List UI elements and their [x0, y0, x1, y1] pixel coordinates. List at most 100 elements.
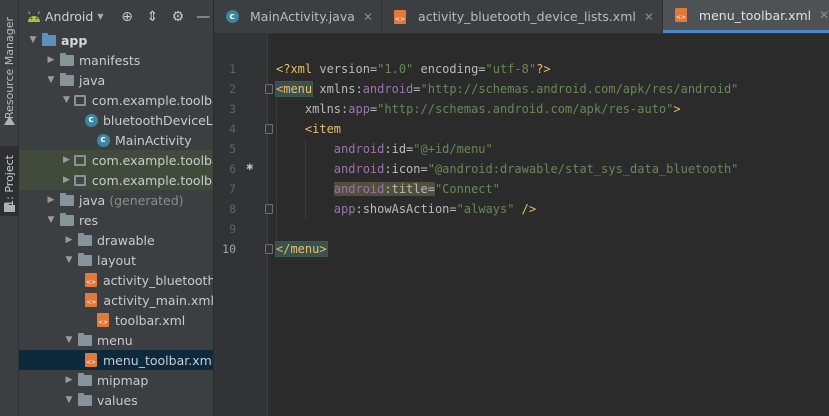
line-number: 1 [229, 62, 236, 76]
tree-item[interactable]: <> activity_main.xml [19, 290, 214, 310]
fold-end-icon[interactable] [265, 204, 273, 214]
line-number: 9 [229, 222, 236, 236]
xml-file-icon: <> [95, 313, 111, 327]
tree-item-label: activity_bluetooth_de [103, 272, 214, 288]
folder-icon [59, 52, 75, 67]
collapsed-arrow-icon[interactable]: ▶ [45, 55, 57, 65]
tree-item[interactable]: ▼ menu [19, 330, 213, 350]
tree-item[interactable]: ▶ mipmap [19, 370, 213, 390]
code-line[interactable]: </menu> [275, 239, 328, 259]
tree-item[interactable]: ▼ res [19, 210, 213, 230]
tree-item[interactable]: ▶ manifests [19, 50, 213, 70]
expanded-arrow-icon[interactable]: ▼ [63, 255, 75, 265]
tree-item[interactable]: c MainActivity [19, 130, 213, 150]
code-line[interactable]: <menu xmlns:android="http://schemas.andr… [274, 79, 738, 99]
folder-icon [77, 252, 93, 267]
line-number: 2 [229, 82, 236, 96]
code-line[interactable]: android:id="@+id/menu" [276, 139, 493, 159]
expanded-arrow-icon[interactable]: ▼ [45, 215, 57, 225]
chevron-down-icon: ▼ [97, 12, 104, 21]
editor-tab[interactable]: c MainActivity.java ✕ [214, 0, 383, 33]
code-editor[interactable]: 1 2 3 4 5 6 7 8 9 10 ✱ <?xml version="1.0" encodin… [214, 34, 829, 416]
collapsed-arrow-icon[interactable]: ▶ [63, 155, 70, 165]
tree-item-label: activity_main.xml [103, 292, 214, 308]
collapse-all-icon[interactable]: ⇕ [143, 9, 162, 25]
indent-guide [276, 99, 277, 239]
fold-end-icon[interactable] [265, 244, 273, 254]
resource-manager-tab[interactable]: Resource Manager [0, 6, 19, 131]
tree-item[interactable]: ▶ java (generated) [19, 190, 213, 210]
line-number: 3 [229, 102, 236, 116]
collapsed-arrow-icon[interactable]: ▶ [63, 175, 70, 185]
expanded-arrow-icon[interactable]: ▼ [63, 335, 75, 345]
tree-item[interactable]: <> toolbar.xml [19, 310, 213, 330]
code-line[interactable]: xmlns:app="http://schemas.android.com/ap… [276, 99, 681, 119]
tree-item[interactable]: ▶ drawable [19, 230, 213, 250]
expanded-arrow-icon[interactable]: ▼ [63, 395, 75, 405]
project-folder-icon [4, 203, 15, 212]
code-line[interactable]: android:title="Connect" [276, 179, 500, 199]
tree-item[interactable]: ▼ values [19, 390, 213, 410]
package-icon [72, 173, 88, 187]
tree-item-selected[interactable]: <> menu_toolbar.xml [19, 350, 214, 370]
collapsed-arrow-icon[interactable]: ▶ [63, 375, 75, 385]
tree-item[interactable]: ▶ com.example.toolbarcrea [19, 170, 213, 190]
folder-icon [77, 372, 93, 387]
folder-icon [77, 232, 93, 247]
tab-label: menu_toolbar.xml [698, 7, 812, 23]
folder-icon [77, 332, 93, 347]
tree-item[interactable]: ▶ com.example.toolbarcrea [19, 150, 213, 170]
tree-item[interactable]: c bluetoothDeviceLists [19, 110, 213, 130]
android-icon [28, 10, 40, 22]
collapsed-arrow-icon[interactable]: ▶ [45, 195, 57, 205]
tree-item-label: drawable [97, 232, 155, 248]
editor-tab-bar: c MainActivity.java ✕ <> activity_bluetooth_… [214, 0, 829, 34]
tree-item[interactable]: ▼ com.example.toolbarcrea [19, 90, 213, 110]
tree-item[interactable]: <> activity_bluetooth_de [19, 270, 214, 290]
tree-item[interactable]: ▼ layout [19, 250, 213, 270]
tree-item[interactable]: ▼ app [19, 30, 213, 50]
collapsed-arrow-icon[interactable]: ▶ [63, 235, 75, 245]
tree-item-label: manifests [79, 52, 141, 68]
code-line[interactable]: <?xml version="1.0" encoding="utf-8"?> [276, 59, 551, 79]
minimize-icon[interactable]: — [194, 9, 213, 25]
close-icon[interactable]: ✕ [819, 8, 829, 22]
project-view-select[interactable]: Android ▼ [27, 9, 103, 24]
line-number: 8 [229, 202, 236, 216]
tree-item[interactable]: ▼ java [19, 70, 213, 90]
code-line[interactable]: android:icon="@android:drawable/stat_sys… [276, 159, 739, 179]
expanded-arrow-icon[interactable]: ▼ [27, 35, 39, 45]
tree-item-label: com.example.toolbarcrea [91, 172, 213, 188]
project-tree: ▼ app ▶ manifests ▼ java ▼ com.example.toolbarc… [19, 30, 214, 410]
generated-folder-icon [59, 192, 75, 207]
tree-item-label: com.example.toolbarcrea [91, 92, 213, 108]
tree-item-label: java [79, 72, 106, 88]
xml-file-icon: <> [83, 273, 99, 287]
project-tab-label: 1: Project [3, 155, 16, 207]
fold-start-icon[interactable] [265, 124, 273, 134]
tree-item-label: bluetoothDeviceLists [103, 112, 213, 128]
close-icon[interactable]: ✕ [363, 10, 373, 24]
gear-icon[interactable]: ⚙ [168, 9, 187, 25]
editor-gutter[interactable]: 1 2 3 4 5 6 7 8 9 10 ✱ [214, 34, 273, 416]
folder-icon [77, 392, 93, 407]
project-panel: Android ▼ ⊕ ⇕ ⚙ — ▼ app ▶ manifests ▼ java ▼ co… [19, 0, 214, 416]
close-icon[interactable]: ✕ [644, 10, 654, 24]
tool-window-strip: Resource Manager 1: Project [0, 0, 19, 416]
expanded-arrow-icon[interactable]: ▼ [45, 75, 57, 85]
locate-icon[interactable]: ⊕ [117, 9, 136, 25]
tree-item-label: menu [97, 332, 133, 348]
code-line[interactable]: <item [276, 119, 341, 139]
tree-item-label: menu_toolbar.xml [103, 352, 214, 368]
code-line[interactable]: app:showAsAction="always" /> [276, 199, 536, 219]
tab-label: activity_bluetooth_device_lists.xml [418, 9, 636, 24]
fold-start-icon[interactable] [265, 84, 273, 94]
tree-item-label: MainActivity [115, 132, 192, 148]
class-icon: c [224, 10, 240, 24]
tab-active[interactable]: <> menu_toolbar.xml ✕ [662, 0, 829, 33]
expanded-arrow-icon[interactable]: ▼ [63, 95, 70, 105]
tree-item-label: mipmap [97, 372, 149, 388]
tree-item-label: java [79, 192, 106, 208]
editor-tab[interactable]: <> activity_bluetooth_device_lists.xml ✕ [382, 0, 663, 33]
resource-manager-label: Resource Manager [3, 17, 16, 120]
